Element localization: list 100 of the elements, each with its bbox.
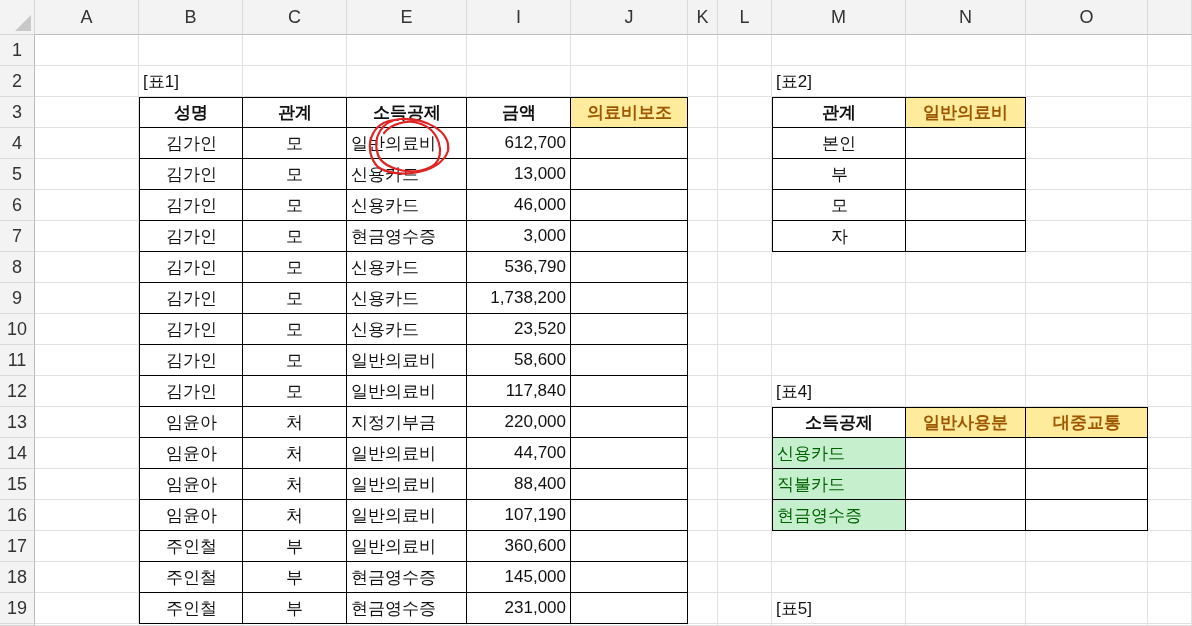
row-header[interactable]: 8 <box>0 252 35 283</box>
table-cell: 본인 <box>772 128 906 159</box>
table-cell: 처 <box>243 500 347 531</box>
table-cell: 231,000 <box>467 593 571 624</box>
column-header[interactable]: B <box>139 0 243 35</box>
select-all-icon[interactable] <box>15 15 31 31</box>
table-cell: 117,840 <box>467 376 571 407</box>
column-header[interactable]: L <box>718 0 772 35</box>
table-cell: 직불카드 <box>772 469 906 500</box>
table-cell: 모 <box>243 221 347 252</box>
table-cell: 220,000 <box>467 407 571 438</box>
table-caption: [표1] <box>143 71 179 93</box>
row-header[interactable]: 16 <box>0 500 35 531</box>
table-cell: 3,000 <box>467 221 571 252</box>
table-cell: 신용카드 <box>347 283 467 314</box>
table-cell: 부 <box>243 593 347 624</box>
table-cell: 처 <box>243 407 347 438</box>
column-header: 일반사용분 <box>906 407 1026 438</box>
table-cell: 주인철 <box>139 562 243 593</box>
table-cell: 주인철 <box>139 531 243 562</box>
table-cell: 모 <box>243 283 347 314</box>
table-cell: 모 <box>243 314 347 345</box>
table-caption: [표5] <box>776 598 812 620</box>
row-header[interactable]: 1 <box>0 35 35 66</box>
table-cell: 신용카드 <box>772 438 906 469</box>
row-header[interactable]: 4 <box>0 128 35 159</box>
row-header[interactable]: 5 <box>0 159 35 190</box>
table-cell: 46,000 <box>467 190 571 221</box>
table-cell: 모 <box>243 190 347 221</box>
table-caption: [표4] <box>776 381 812 403</box>
table-cell: 612,700 <box>467 128 571 159</box>
table-cell: 김가인 <box>139 221 243 252</box>
row-header[interactable]: 18 <box>0 562 35 593</box>
column-header[interactable]: I <box>467 0 571 35</box>
column-header: 관계 <box>243 97 347 128</box>
row-header[interactable]: 15 <box>0 469 35 500</box>
column-header[interactable]: M <box>772 0 906 35</box>
table-cell: 임윤아 <box>139 407 243 438</box>
column-header[interactable]: N <box>906 0 1026 35</box>
column-header[interactable]: E <box>347 0 467 35</box>
table-cell: 88,400 <box>467 469 571 500</box>
table-cell: 일반의료비 <box>347 500 467 531</box>
table-cell: 임윤아 <box>139 469 243 500</box>
table-cell: 지정기부금 <box>347 407 467 438</box>
row-header[interactable]: 10 <box>0 314 35 345</box>
table-cell: 임윤아 <box>139 500 243 531</box>
row-header[interactable]: 17 <box>0 531 35 562</box>
table-cell: 주인철 <box>139 593 243 624</box>
row-header[interactable]: 19 <box>0 593 35 624</box>
row-header[interactable]: 3 <box>0 97 35 128</box>
table-cell: 김가인 <box>139 190 243 221</box>
table-cell: 모 <box>243 159 347 190</box>
table-cell: 536,790 <box>467 252 571 283</box>
table-cell: 모 <box>243 376 347 407</box>
table-caption: [표2] <box>776 71 812 93</box>
table-cell: 23,520 <box>467 314 571 345</box>
table-cell: 일반의료비 <box>347 345 467 376</box>
table-cell: 일반의료비 <box>347 531 467 562</box>
column-header[interactable]: C <box>243 0 347 35</box>
table-cell: 김가인 <box>139 159 243 190</box>
table-cell: 360,600 <box>467 531 571 562</box>
row-header[interactable]: 7 <box>0 221 35 252</box>
table-cell: 김가인 <box>139 128 243 159</box>
column-header: 소득공제 <box>772 407 906 438</box>
column-header: 대중교통 <box>1026 407 1148 438</box>
table-cell: 김가인 <box>139 345 243 376</box>
row-header[interactable]: 2 <box>0 66 35 97</box>
row-header[interactable]: 11 <box>0 345 35 376</box>
row-header[interactable]: 14 <box>0 438 35 469</box>
row-header[interactable]: 13 <box>0 407 35 438</box>
column-header[interactable]: K <box>688 0 718 35</box>
table-cell: 모 <box>243 345 347 376</box>
table-cell: 처 <box>243 438 347 469</box>
table-cell: 김가인 <box>139 252 243 283</box>
column-header: 소득공제 <box>347 97 467 128</box>
table-cell: 44,700 <box>467 438 571 469</box>
table-cell: 김가인 <box>139 376 243 407</box>
column-header[interactable]: A <box>35 0 139 35</box>
table-cell: 신용카드 <box>347 314 467 345</box>
table-cell: 부 <box>772 159 906 190</box>
row-header[interactable]: 9 <box>0 283 35 314</box>
table-cell: 신용카드 <box>347 159 467 190</box>
table-cell: 자 <box>772 221 906 252</box>
table-cell: 현금영수증 <box>347 562 467 593</box>
table-cell: 일반의료비 <box>347 469 467 500</box>
table-cell: 부 <box>243 562 347 593</box>
row-header[interactable]: 6 <box>0 190 35 221</box>
column-header: 일반의료비 <box>906 97 1026 128</box>
table-cell: 일반의료비 <box>347 438 467 469</box>
column-header[interactable]: J <box>571 0 688 35</box>
table-cell: 모 <box>772 190 906 221</box>
column-header: 의료비보조 <box>571 97 688 128</box>
table-cell: 신용카드 <box>347 190 467 221</box>
table-cell: 김가인 <box>139 314 243 345</box>
row-header[interactable]: 12 <box>0 376 35 407</box>
table-cell: 13,000 <box>467 159 571 190</box>
table-cell: 김가인 <box>139 283 243 314</box>
table-cell: 58,600 <box>467 345 571 376</box>
column-header[interactable]: O <box>1026 0 1148 35</box>
column-header[interactable] <box>1148 0 1192 35</box>
